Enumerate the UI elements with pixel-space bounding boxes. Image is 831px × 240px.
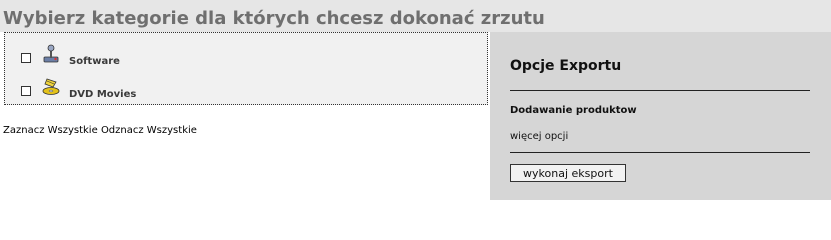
category-list: Software DVD Movies [4,32,488,105]
category-label-dvd-movies: DVD Movies [69,88,137,100]
more-options-link[interactable]: więcej opcji [510,131,568,142]
selection-links: Zaznacz Wszystkie Odznacz Wszystkie [3,125,197,136]
category-label-software: Software [69,55,120,67]
deselect-all-link[interactable]: Odznacz Wszystkie [101,125,197,136]
page-title: Wybierz kategorie dla których chcesz dok… [3,8,545,29]
add-products-label: Dodawanie produktow [510,105,637,116]
run-export-button[interactable]: wykonaj eksport [510,164,626,182]
export-page: Wybierz kategorie dla których chcesz dok… [0,0,831,234]
export-options-title: Opcje Exportu [510,58,622,74]
dvd-icon [41,77,61,97]
category-checkbox-software[interactable] [21,53,31,63]
joystick-icon [41,44,61,64]
divider [510,152,810,153]
header-band: Wybierz kategorie dla których chcesz dok… [0,0,831,32]
category-row-software: Software [21,44,120,69]
export-options-panel: Opcje Exportu Dodawanie produktow więcej… [490,32,831,200]
select-all-link[interactable]: Zaznacz Wszystkie [3,125,98,136]
category-checkbox-dvd-movies[interactable] [21,86,31,96]
divider [510,90,810,91]
category-row-dvd-movies: DVD Movies [21,77,137,102]
